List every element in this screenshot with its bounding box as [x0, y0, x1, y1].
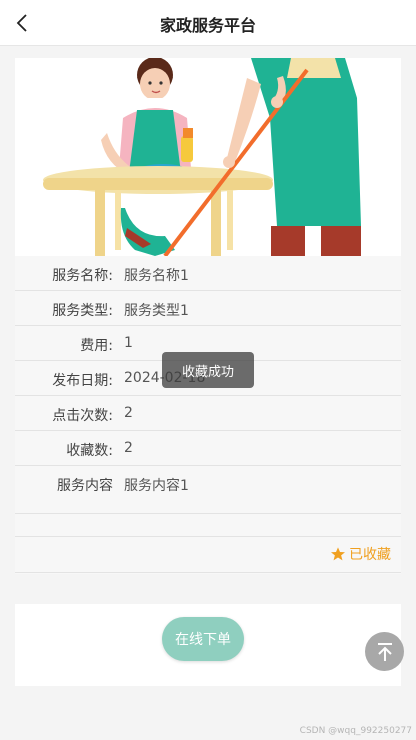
order-card: 在线下单 [15, 604, 401, 686]
service-name-value: 服务名称1 [124, 268, 189, 284]
back-to-top-button[interactable] [365, 632, 404, 671]
info-row-click-count: 点击次数: 2 [15, 396, 401, 431]
order-online-button[interactable]: 在线下单 [162, 617, 244, 661]
info-row-service-content: 服务内容 服务内容1 [15, 466, 401, 514]
favorite-button[interactable]: 已收藏 [330, 543, 391, 565]
watermark: CSDN @wqq_992250277 [299, 726, 412, 736]
click-count-value: 2 [124, 405, 133, 421]
page-title: 家政服务平台 [159, 16, 256, 35]
service-name-label: 服务名称: [52, 268, 113, 284]
info-row-service-type: 服务类型: 服务类型1 [15, 291, 401, 326]
favorite-count-value: 2 [124, 440, 133, 456]
click-count-label: 点击次数: [52, 408, 113, 424]
fee-value: 1 [124, 335, 133, 351]
star-icon [331, 547, 345, 561]
info-row-service-name: 服务名称: 服务名称1 [15, 256, 401, 291]
info-row-favorite-count: 收藏数: 2 [15, 431, 401, 466]
service-content-label: 服务内容 [57, 478, 113, 494]
favorite-count-label: 收藏数: [66, 443, 113, 459]
service-type-value: 服务类型1 [124, 303, 189, 319]
top-navbar: 家政服务平台 [0, 0, 416, 46]
service-content-value: 服务内容1 [124, 478, 189, 494]
toast-message: 收藏成功 [162, 352, 254, 388]
service-type-label: 服务类型: [52, 303, 113, 319]
publish-date-label: 发布日期: [52, 373, 113, 389]
favorite-row: 已收藏 [15, 536, 401, 573]
arrow-up-icon [377, 642, 392, 661]
service-detail-card: 服务名称: 服务名称1 服务类型: 服务类型1 费用: 1 发布日期: 2024… [15, 58, 401, 574]
favorite-label: 已收藏 [349, 547, 391, 563]
fee-label: 费用: [80, 338, 113, 354]
service-banner-image [15, 58, 401, 256]
